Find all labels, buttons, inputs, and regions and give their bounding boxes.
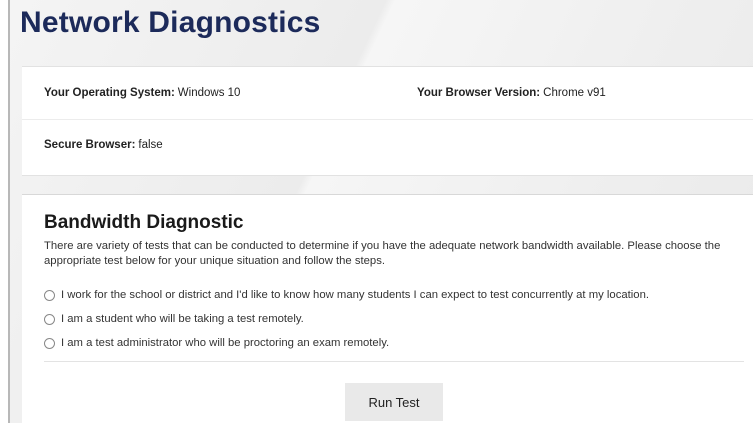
browser-label: Your Browser Version: <box>417 87 541 99</box>
browser-value: Chrome v91 <box>543 87 606 99</box>
os-label: Your Operating System: <box>44 87 175 99</box>
browser-info: Your Browser Version: Chrome v91 <box>417 87 606 99</box>
radio-button[interactable] <box>44 289 55 301</box>
option-label: I work for the school or district and I'… <box>61 289 649 301</box>
page-title: Network Diagnostics <box>20 6 321 39</box>
bandwidth-title: Bandwidth Diagnostic <box>44 212 244 233</box>
page-frame: Network Diagnostics Your Operating Syste… <box>8 0 753 424</box>
bandwidth-card: Bandwidth Diagnostic There are variety o… <box>22 194 753 424</box>
option-label: I am a student who will be taking a test… <box>61 313 304 325</box>
bandwidth-description: There are variety of tests that can be c… <box>44 240 721 267</box>
option-school-district[interactable]: I work for the school or district and I'… <box>44 289 649 301</box>
system-info-card: Your Operating System: Windows 10 Your Br… <box>22 66 753 176</box>
run-test-button[interactable]: Run Test <box>345 383 443 421</box>
os-info: Your Operating System: Windows 10 <box>44 87 240 99</box>
divider <box>44 361 744 362</box>
os-value: Windows 10 <box>177 87 241 99</box>
option-test-administrator[interactable]: I am a test administrator who will be pr… <box>44 337 389 349</box>
secure-info-row: Secure Browser: false <box>22 119 753 171</box>
option-label: I am a test administrator who will be pr… <box>61 337 390 349</box>
radio-button[interactable] <box>44 337 55 349</box>
secure-label: Secure Browser: <box>44 139 136 151</box>
system-info-row: Your Operating System: Windows 10 Your Br… <box>22 67 753 120</box>
secure-value: false <box>138 139 163 151</box>
secure-browser-info: Secure Browser: false <box>44 139 163 151</box>
radio-button[interactable] <box>44 313 55 325</box>
option-student[interactable]: I am a student who will be taking a test… <box>44 313 304 325</box>
